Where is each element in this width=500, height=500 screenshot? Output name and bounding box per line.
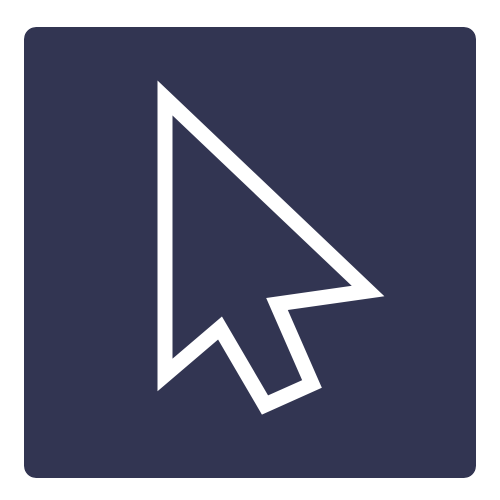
mouse-pointer-icon <box>24 27 476 478</box>
app-icon-canvas <box>0 0 500 500</box>
app-tile <box>24 27 476 478</box>
